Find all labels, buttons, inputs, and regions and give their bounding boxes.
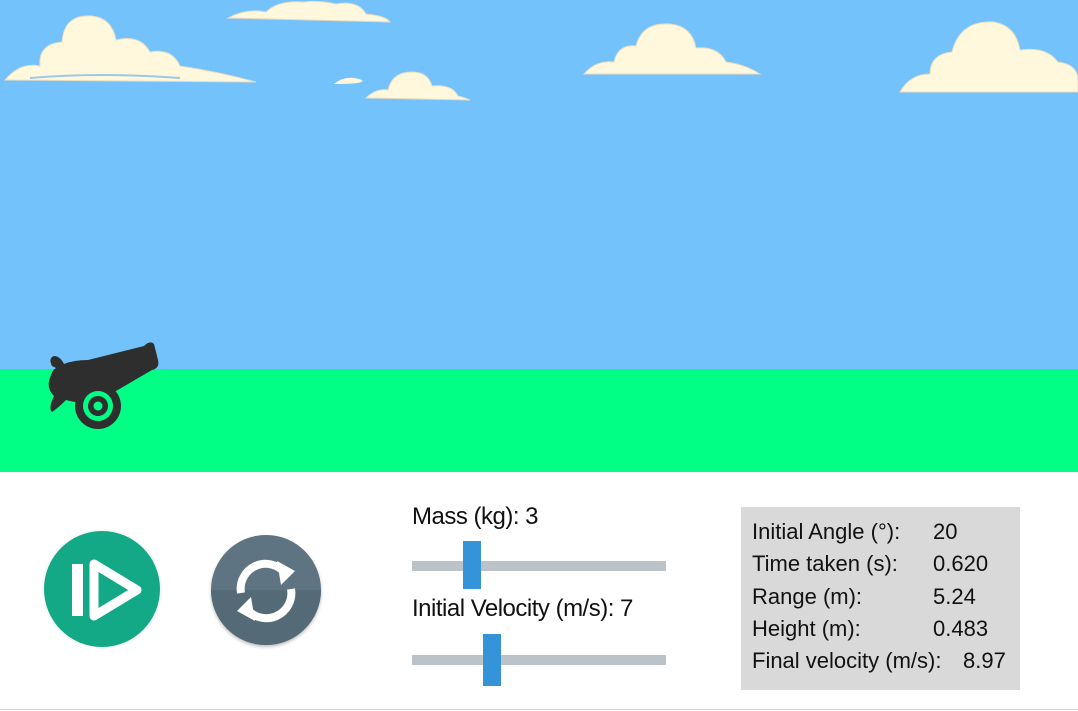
cloud-icon <box>3 15 257 83</box>
cloud-icon <box>334 71 471 101</box>
stat-value: 20 <box>933 519 958 544</box>
stat-label: Initial Angle (°): <box>752 519 901 544</box>
cloud-icon <box>582 23 762 75</box>
stat-label: Range (m): <box>752 584 863 609</box>
stat-value: 8.97 <box>963 648 1006 673</box>
velocity-slider[interactable] <box>412 634 666 686</box>
play-button[interactable] <box>44 531 160 647</box>
stat-value: 0.620 <box>933 551 989 576</box>
refresh-icon <box>211 559 321 645</box>
velocity-slider-thumb[interactable] <box>483 634 501 686</box>
cloud-icon <box>226 0 391 23</box>
stat-value: 5.24 <box>933 584 976 609</box>
mass-slider-thumb[interactable] <box>463 541 481 589</box>
stat-value: 0.483 <box>933 616 989 641</box>
mass-slider[interactable] <box>412 541 666 589</box>
reset-button[interactable] <box>211 535 321 645</box>
game-scene <box>0 0 1078 472</box>
stat-label: Height (m): <box>752 616 861 641</box>
mass-label: Mass (kg): 3 <box>412 503 539 530</box>
velocity-label: Initial Velocity (m/s): 7 <box>412 595 633 622</box>
stat-label: Time taken (s): <box>752 551 898 576</box>
play-icon <box>72 559 142 621</box>
bottom-divider <box>0 709 1078 710</box>
stats-panel: Initial Angle (°): 20 Time taken (s): 0.… <box>741 507 1020 690</box>
cloud-icon <box>899 21 1078 93</box>
stat-label: Final velocity (m/s): <box>752 648 942 673</box>
cannon-icon <box>48 342 159 429</box>
